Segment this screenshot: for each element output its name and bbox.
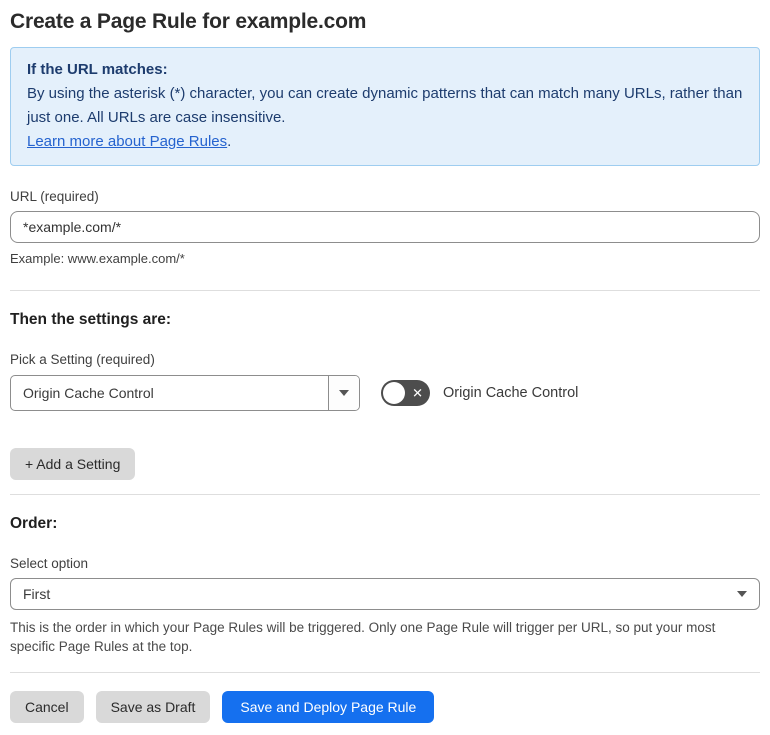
toggle-off-x-icon: ✕ (412, 385, 423, 401)
add-setting-button[interactable]: + Add a Setting (10, 448, 136, 480)
cancel-button[interactable]: Cancel (10, 691, 84, 723)
divider (10, 290, 760, 291)
settings-section-heading: Then the settings are: (10, 311, 172, 328)
url-field-label: URL (required) (10, 189, 99, 204)
save-and-deploy-button[interactable]: Save and Deploy Page Rule (222, 691, 435, 723)
order-select-value: First (23, 586, 51, 602)
chevron-down-icon (737, 591, 747, 597)
footer-actions: Cancel Save as Draft Save and Deploy Pag… (10, 691, 760, 723)
divider (10, 672, 760, 673)
pick-setting-label: Pick a Setting (required) (10, 352, 155, 367)
save-as-draft-button[interactable]: Save as Draft (95, 691, 211, 723)
toggle-knob (383, 382, 405, 404)
order-select[interactable]: First (10, 578, 760, 610)
setting-select[interactable]: Origin Cache Control (10, 375, 360, 411)
page-title: Create a Page Rule for example.com (10, 10, 367, 33)
info-box-heading: If the URL matches: (27, 61, 168, 78)
url-example-text: Example: www.example.com/* (10, 251, 185, 266)
origin-cache-control-toggle[interactable]: ✕ (381, 380, 430, 406)
chevron-down-icon (339, 390, 349, 396)
divider (10, 494, 760, 495)
order-help-text: This is the order in which your Page Rul… (10, 620, 716, 654)
link-period: . (227, 133, 232, 150)
toggle-label: Origin Cache Control (443, 385, 579, 401)
setting-select-value: Origin Cache Control (23, 385, 154, 401)
order-select-label: Select option (10, 556, 89, 571)
url-input[interactable] (10, 211, 760, 243)
info-box-link-line: Learn more about Page Rules. (27, 130, 743, 154)
info-box-body: By using the asterisk (*) character, you… (27, 85, 743, 126)
order-section-heading: Order: (10, 515, 58, 532)
setting-row: Origin Cache Control ✕ Origin Cache Cont… (10, 375, 760, 411)
setting-select-arrow-button[interactable] (328, 376, 359, 410)
url-match-info-box: If the URL matches: By using the asteris… (10, 47, 760, 166)
learn-more-link[interactable]: Learn more about Page Rules (27, 133, 227, 150)
